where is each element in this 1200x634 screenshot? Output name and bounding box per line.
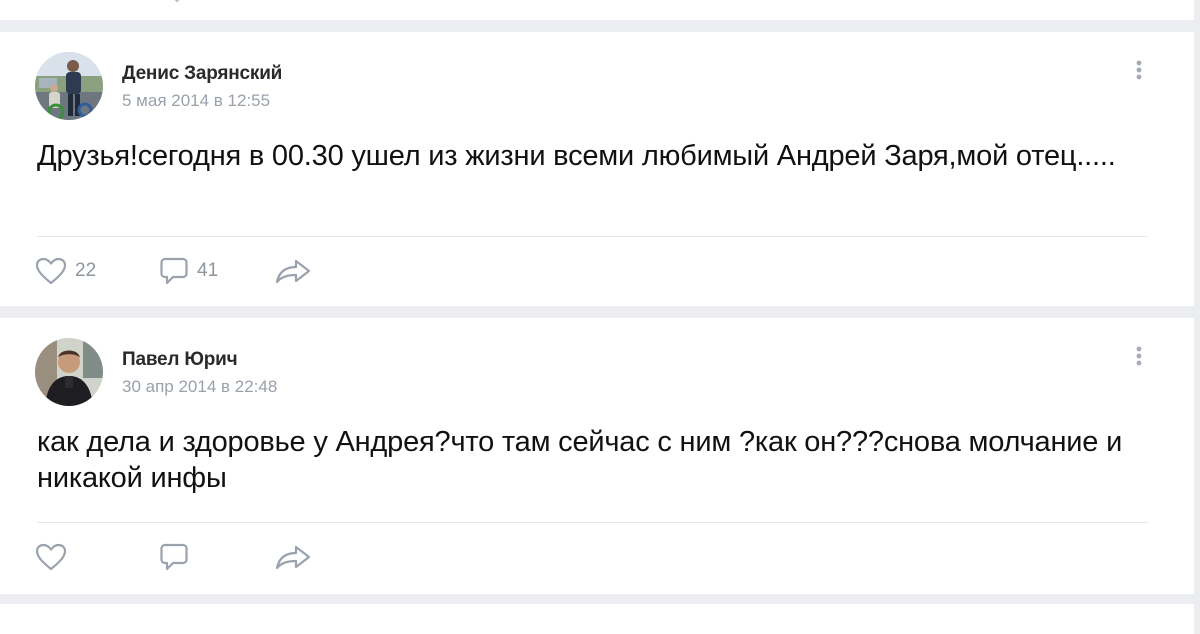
share-icon [275,545,311,570]
share-button[interactable] [274,256,312,286]
post-author[interactable]: Денис Зарянский [122,63,282,85]
comment-icon [160,257,188,285]
divider [37,236,1148,237]
like-button[interactable] [35,542,75,572]
more-vertical-icon[interactable] [1131,344,1147,372]
comment-button[interactable] [159,542,197,572]
post-text: как дела и здоровье у Андрея?что там сей… [37,426,1123,494]
comment-icon [160,543,188,571]
post-date[interactable]: 30 апр 2014 в 22:48 [122,377,277,397]
next-post-card [0,604,1194,634]
like-count: 22 [75,260,97,281]
comment-count: 41 [197,260,219,281]
share-icon [275,259,311,284]
post-text: Друзья!сегодня в 00.30 ушел из жизни все… [37,140,1116,172]
like-button[interactable]: 22 [35,256,96,286]
post-card: Павел Юрич 30 апр 2014 в 22:48 как дела … [0,318,1194,594]
more-vertical-icon[interactable] [1131,58,1147,86]
post-author[interactable]: Павел Юрич [122,349,238,371]
avatar[interactable] [35,338,103,406]
post-card: Денис Зарянский 5 мая 2014 в 12:55 Друзь… [0,32,1194,306]
share-button[interactable] [274,542,312,572]
comment-button[interactable]: 41 [159,256,218,286]
post-date[interactable]: 5 мая 2014 в 12:55 [122,91,270,111]
share-icon[interactable] [170,0,184,4]
previous-post-card [0,0,1194,20]
divider [37,522,1148,523]
heart-icon [35,543,67,571]
avatar[interactable] [35,52,103,120]
heart-icon [35,257,67,285]
